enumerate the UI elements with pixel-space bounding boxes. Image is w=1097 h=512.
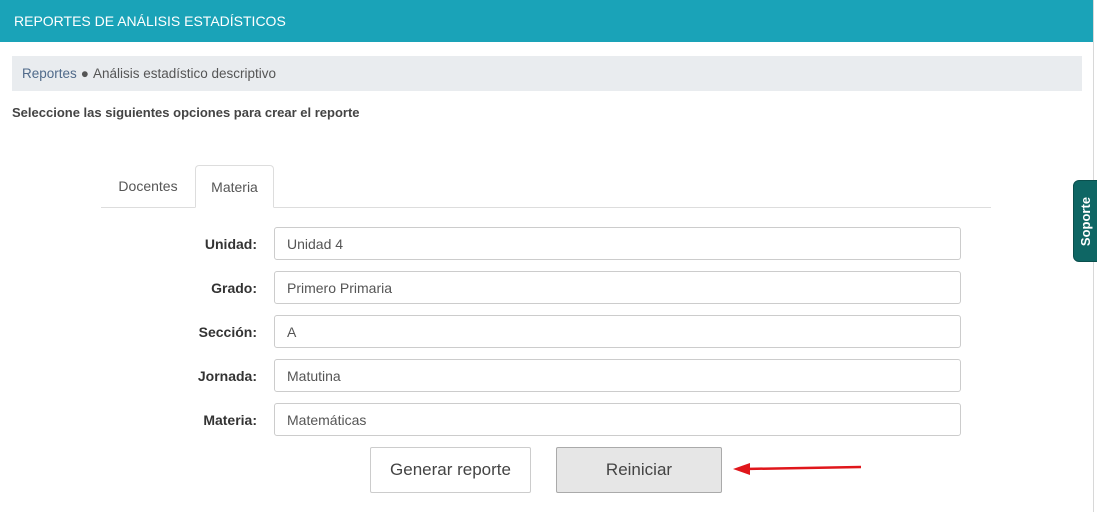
- grado-label: Grado:: [211, 280, 257, 296]
- jornada-field[interactable]: Matutina: [274, 359, 961, 392]
- form-row-jornada: Jornada: Matutina: [0, 359, 1000, 393]
- materia-label: Materia:: [203, 412, 257, 428]
- breadcrumb: Reportes ● Análisis estadístico descript…: [12, 56, 1082, 91]
- reset-button[interactable]: Reiniciar: [556, 447, 722, 493]
- breadcrumb-link-reportes[interactable]: Reportes: [22, 66, 77, 81]
- grado-field[interactable]: Primero Primaria: [274, 271, 961, 304]
- generate-report-button[interactable]: Generar reporte: [370, 447, 531, 493]
- unidad-label: Unidad:: [204, 236, 257, 252]
- support-tab[interactable]: Soporte: [1073, 180, 1097, 262]
- jornada-label: Jornada:: [197, 368, 257, 384]
- tab-docentes[interactable]: Docentes: [101, 165, 195, 207]
- form-row-grado: Grado: Primero Primaria: [0, 271, 1000, 305]
- form-row-seccion: Sección: A: [0, 315, 1000, 349]
- pointer-arrow-icon: [733, 463, 862, 475]
- seccion-label: Sección:: [198, 324, 257, 340]
- support-label: Soporte: [1078, 196, 1094, 246]
- materia-field[interactable]: Matemáticas: [274, 403, 961, 436]
- report-tabs: Docentes Materia: [101, 165, 991, 208]
- page-title: REPORTES DE ANÁLISIS ESTADÍSTICOS: [14, 13, 286, 29]
- seccion-field[interactable]: A: [274, 315, 961, 348]
- breadcrumb-separator: ●: [80, 66, 89, 81]
- breadcrumb-current: Análisis estadístico descriptivo: [92, 66, 277, 81]
- tab-materia[interactable]: Materia: [195, 165, 274, 208]
- unidad-field[interactable]: Unidad 4: [274, 227, 961, 260]
- instruction-text: Seleccione las siguientes opciones para …: [12, 105, 360, 120]
- page-header: REPORTES DE ANÁLISIS ESTADÍSTICOS: [0, 0, 1093, 42]
- form-row-materia: Materia: Matemáticas: [0, 403, 1000, 437]
- form-row-unidad: Unidad: Unidad 4: [0, 227, 1000, 261]
